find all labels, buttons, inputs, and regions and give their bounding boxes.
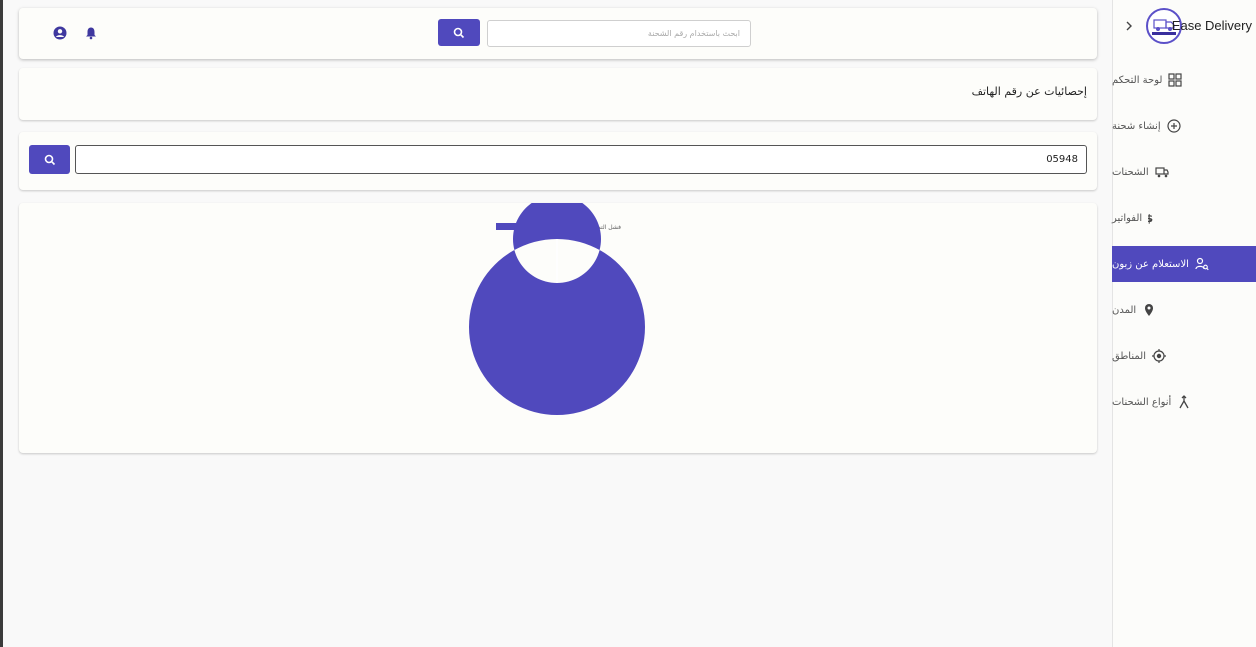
sidebar-item-label: الاستعلام عن زبون bbox=[1112, 258, 1189, 270]
top-search-button[interactable] bbox=[438, 19, 480, 46]
map-pin-icon bbox=[1145, 304, 1154, 316]
sidebar-item-dashboard[interactable]: لوحة التحكم bbox=[1112, 62, 1256, 98]
sidebar-item-customer-inquiry[interactable]: الاستعلام عن زبون bbox=[1112, 246, 1256, 282]
sidebar-item-regions[interactable]: المناطق bbox=[1112, 338, 1256, 374]
target-icon bbox=[1151, 349, 1166, 363]
chevron-right-icon[interactable] bbox=[1122, 19, 1136, 33]
sidebar-item-label: أنواع الشحنات bbox=[1112, 396, 1172, 408]
search-icon bbox=[453, 27, 465, 38]
page-title: إحصائيات عن رقم الهاتف bbox=[971, 85, 1087, 98]
brand-name: Ease Delivery bbox=[1171, 18, 1252, 33]
page-title-card: إحصائيات عن رقم الهاتف bbox=[19, 68, 1097, 120]
phone-number-input[interactable] bbox=[75, 145, 1087, 174]
plus-circle-icon bbox=[1167, 119, 1181, 133]
sidebar-item-shipments[interactable]: الشحنات bbox=[1112, 154, 1256, 190]
left-window-edge bbox=[0, 0, 3, 647]
sidebar-item-shipment-types[interactable]: أنواع الشحنات bbox=[1112, 384, 1256, 420]
invoice-icon: $ bbox=[1148, 212, 1153, 225]
sidebar-item-label: لوحة التحكم bbox=[1112, 74, 1163, 86]
phone-search-button[interactable] bbox=[29, 145, 70, 174]
sidebar-nav: لوحة التحكم إنشاء شحنة الشحنات $ الفواتي… bbox=[1112, 62, 1256, 430]
grid-icon bbox=[1168, 73, 1183, 87]
brand[interactable]: Ease Delivery bbox=[1112, 6, 1256, 48]
donut-chart: فشل التسليمتم التسليم bbox=[469, 203, 645, 415]
sidebar-item-label: المناطق bbox=[1112, 350, 1146, 362]
svg-text:$: $ bbox=[1148, 212, 1153, 225]
sidebar-item-create-shipment[interactable]: إنشاء شحنة bbox=[1112, 108, 1256, 144]
chart-card: فشل التسليمتم التسليم bbox=[19, 203, 1097, 453]
search-icon bbox=[44, 154, 55, 165]
sidebar-item-label: الفواتير bbox=[1112, 212, 1143, 224]
phone-search-card bbox=[19, 132, 1097, 190]
user-search-icon bbox=[1195, 257, 1209, 271]
sidebar-item-invoices[interactable]: $ الفواتير bbox=[1112, 200, 1256, 236]
truck-icon bbox=[1155, 167, 1169, 178]
sidebar-item-cities[interactable]: المدن bbox=[1112, 292, 1256, 328]
sidebar-item-label: الشحنات bbox=[1112, 166, 1149, 178]
bell-icon[interactable] bbox=[84, 26, 98, 40]
top-bar bbox=[19, 8, 1097, 59]
sidebar-item-label: إنشاء شحنة bbox=[1112, 120, 1161, 132]
shipment-search-input[interactable] bbox=[487, 20, 751, 47]
sidebar-item-label: المدن bbox=[1112, 304, 1137, 316]
user-circle-icon[interactable] bbox=[53, 26, 67, 40]
sidebar: Ease Delivery لوحة التحكم إنشاء شحنة الش… bbox=[1112, 0, 1256, 647]
merge-icon bbox=[1179, 395, 1189, 409]
donut-slice[interactable] bbox=[469, 203, 645, 415]
